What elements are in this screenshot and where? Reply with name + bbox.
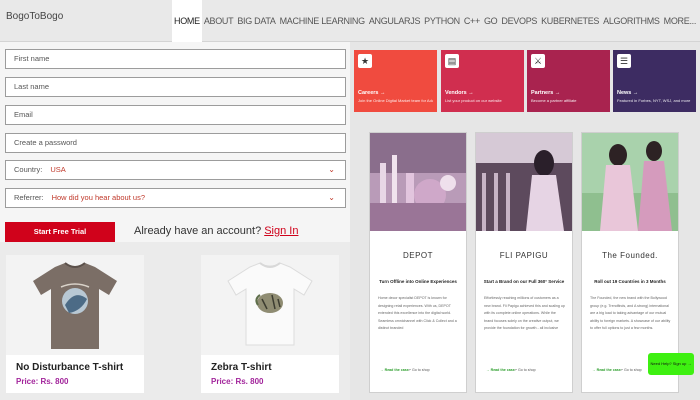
vendor-icon: ▤ — [445, 54, 459, 68]
product-price: Price: Rs. 800 — [211, 377, 264, 386]
referrer-select[interactable]: Referrer: How did you hear about us? ⌄ — [5, 188, 346, 208]
nav-about[interactable]: ABOUT — [202, 0, 236, 42]
news-icon: ☰ — [617, 54, 631, 68]
product-name: No Disturbance T-shirt — [16, 362, 124, 373]
referrer-value: How did you hear about us? — [51, 193, 145, 202]
login-prompt-text: Already have an account? — [134, 225, 262, 237]
read-case-link[interactable]: → Read the case — [486, 368, 515, 372]
tile-desc: Become a partner affiliate — [531, 98, 577, 103]
partners-tile[interactable]: ⚔ Partners → Become a partner affiliate — [527, 50, 610, 112]
chevron-down-icon: ⌄ — [328, 193, 335, 202]
nav-home[interactable]: HOME — [172, 0, 202, 42]
case-study-body: Home decor specialist DEPOT is known for… — [378, 296, 457, 330]
first-name-field[interactable]: First name — [5, 49, 346, 69]
password-field[interactable]: Create a password — [5, 133, 346, 153]
news-tile[interactable]: ☰ News → Featured in Forbes, NYT, WSJ, a… — [613, 50, 696, 112]
case-study-heading: Roll out 19 Countries in 3 Months — [594, 279, 666, 284]
careers-tile[interactable]: ★ Careers → Join the Online Digital Mark… — [354, 50, 437, 112]
login-prompt: Already have an account? Sign In — [134, 225, 298, 237]
partner-section: ★ Careers → Join the Online Digital Mark… — [350, 42, 700, 400]
nav-more[interactable]: MORE... — [662, 0, 698, 42]
nav-angularjs[interactable]: ANGULARJS — [367, 0, 422, 42]
nav-cpp[interactable]: C++ — [462, 0, 482, 42]
chevron-down-icon: ⌄ — [328, 165, 335, 174]
case-study-brand: FLI PAPIGU — [499, 251, 549, 260]
nav-kubernetes[interactable]: KUBERNETES — [539, 0, 601, 42]
sign-in-link[interactable]: Sign In — [264, 225, 298, 237]
case-study-body: Effortlessly reaching millions of custom… — [484, 296, 565, 330]
nav-algorithms[interactable]: ALGORITHMS — [601, 0, 662, 42]
case-study-image — [370, 133, 466, 231]
go-to-shop-link[interactable]: ↗ Go to shop — [514, 368, 536, 372]
tile-desc: List your product on our website — [445, 98, 502, 103]
country-select[interactable]: Country: USA ⌄ — [5, 160, 346, 180]
product-card[interactable]: Zebra T-shirt Price: Rs. 800 — [201, 255, 339, 393]
tile-title: Partners → — [531, 90, 561, 96]
brand-logo[interactable]: BogoToBogo — [6, 11, 63, 22]
email-field[interactable]: Email — [5, 105, 346, 125]
product-name: Zebra T-shirt — [211, 362, 272, 373]
start-free-trial-button[interactable]: Start Free Trial — [5, 222, 115, 242]
go-to-shop-link[interactable]: ↗ Go to shop — [620, 368, 642, 372]
tile-desc: Join the Online Digital Market team for … — [358, 98, 433, 103]
nav-big-data[interactable]: BIG DATA — [235, 0, 277, 42]
tile-title: Careers → — [358, 90, 386, 96]
tile-title: Vendors → — [445, 90, 474, 96]
main-nav: HOME ABOUT BIG DATA MACHINE LEARNING ANG… — [172, 0, 698, 42]
read-case-link[interactable]: → Read the case — [592, 368, 621, 372]
case-study-card[interactable]: DEPOT Turn Offline into Online Experienc… — [369, 132, 467, 393]
case-study-heading: Turn Offline into Online Experiences — [379, 279, 457, 284]
tile-desc: Featured in Forbes, NYT, WSJ, and more — [617, 98, 691, 103]
go-to-shop-link[interactable]: ↗ Go to shop — [408, 368, 430, 372]
case-study-card[interactable]: FLI PAPIGU Start a Brand on our Full 360… — [475, 132, 573, 393]
case-study-image — [476, 133, 572, 231]
vendors-tile[interactable]: ▤ Vendors → List your product on our web… — [441, 50, 524, 112]
case-study-image — [582, 133, 678, 231]
nav-machine-learning[interactable]: MACHINE LEARNING — [278, 0, 367, 42]
signup-form: First name Last name Email Create a pass… — [0, 42, 350, 242]
case-study-heading: Start a Brand on our Full 360° Service — [483, 279, 565, 284]
help-signup-button[interactable]: Need Help? Sign up → — [648, 353, 694, 375]
navbar: BogoToBogo HOME ABOUT BIG DATA MACHINE L… — [0, 0, 700, 42]
case-study-brand: The Founded. — [602, 251, 658, 260]
nav-devops[interactable]: DEVOPS — [499, 0, 539, 42]
handshake-icon: ⚔ — [531, 54, 545, 68]
last-name-field[interactable]: Last name — [5, 77, 346, 97]
case-study-brand: DEPOT — [402, 251, 434, 260]
product-image — [201, 255, 339, 355]
country-value: USA — [50, 165, 66, 174]
product-card[interactable]: No Disturbance T-shirt Price: Rs. 800 — [6, 255, 144, 393]
product-price: Price: Rs. 800 — [16, 377, 69, 386]
product-image — [6, 255, 144, 355]
tile-title: News → — [617, 90, 639, 96]
read-case-link[interactable]: → Read the case — [380, 368, 409, 372]
case-study-body: The Founded, the new brand with the Boll… — [590, 296, 671, 330]
briefcase-icon: ★ — [358, 54, 372, 68]
nav-python[interactable]: PYTHON — [422, 0, 462, 42]
nav-go[interactable]: GO — [482, 0, 499, 42]
country-label: Country: — [14, 165, 43, 174]
referrer-label: Referrer: — [14, 193, 44, 202]
